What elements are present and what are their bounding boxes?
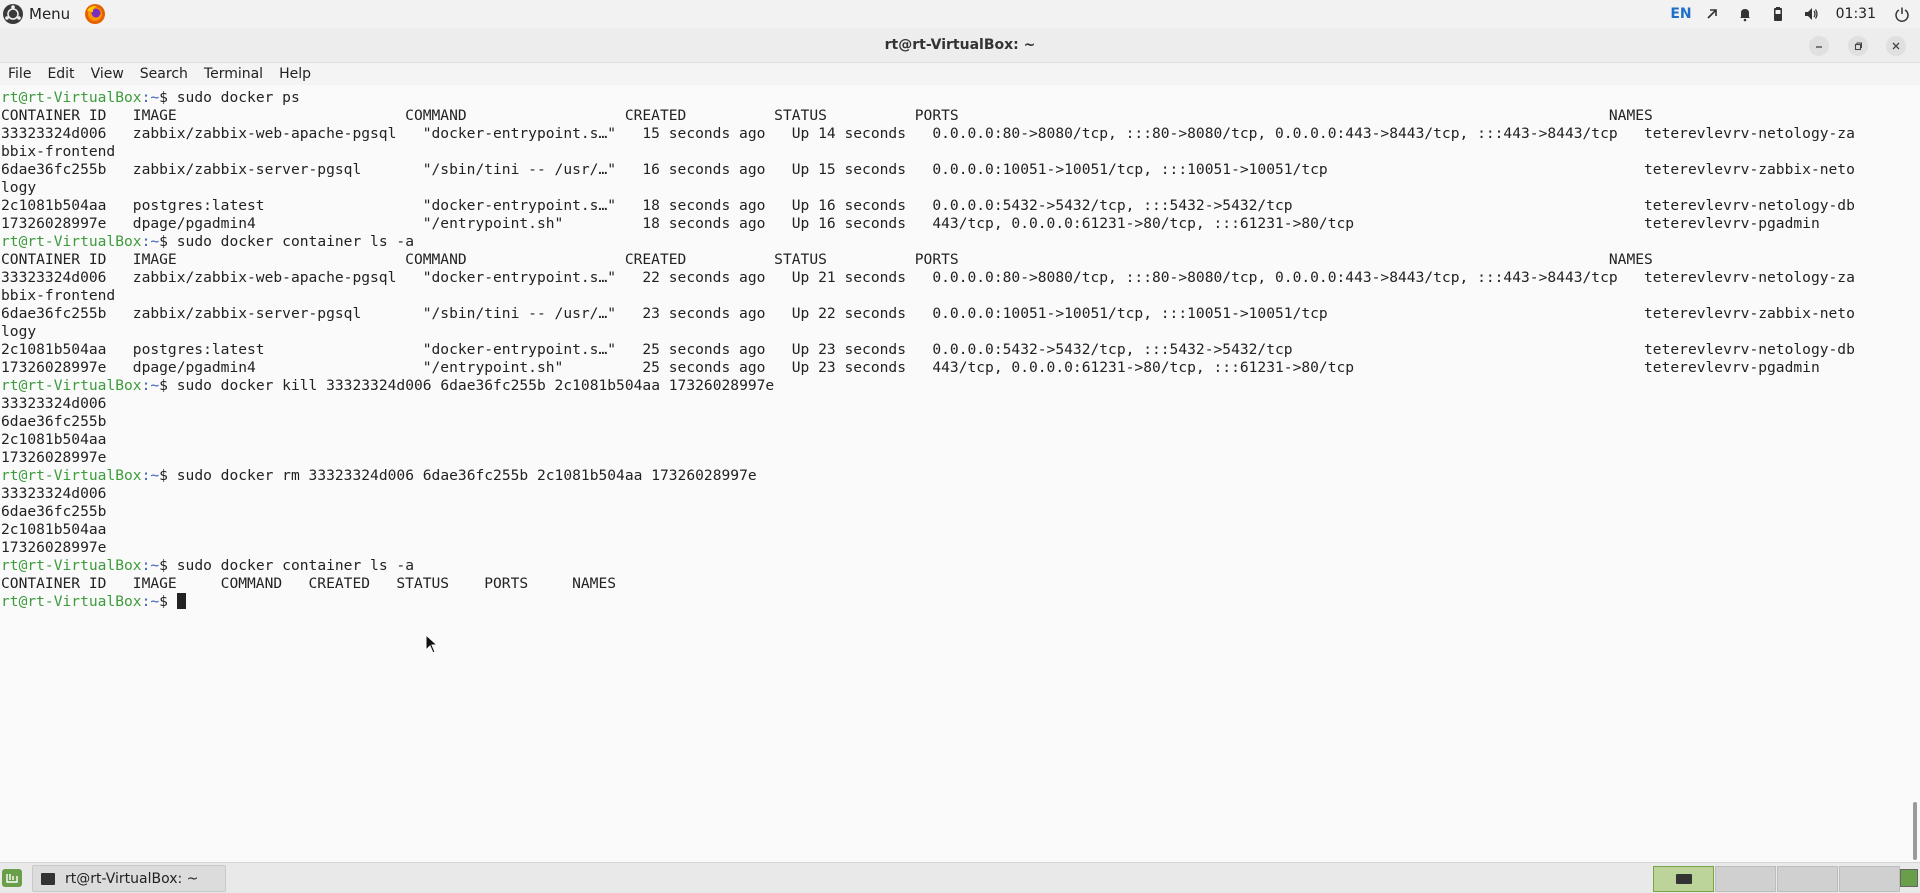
- minimize-icon: [1816, 46, 1822, 48]
- taskbar-window-label: rt@rt-VirtualBox: ~: [65, 870, 199, 887]
- output-line: 6dae36fc255b zabbix/zabbix-server-pgsql …: [1, 161, 1855, 178]
- command-text: sudo docker kill 33323324d006 6dae36fc25…: [176, 377, 775, 394]
- battery-icon[interactable]: [1770, 6, 1786, 22]
- prompt-path: :~: [141, 593, 160, 610]
- prompt-path: :~: [141, 233, 160, 250]
- output-line: 6dae36fc255b zabbix/zabbix-server-pgsql …: [1, 305, 1855, 322]
- prompt-path: :~: [141, 377, 160, 394]
- taskbar-terminal-window[interactable]: rt@rt-VirtualBox: ~: [32, 865, 226, 892]
- output-line: 2c1081b504aa: [1, 521, 107, 538]
- output-line: 2c1081b504aa postgres:latest "docker-ent…: [1, 341, 1855, 358]
- output-line: 33323324d006 zabbix/zabbix-web-apache-pg…: [1, 269, 1855, 286]
- window-title: rt@rt-VirtualBox: ~: [884, 37, 1036, 53]
- prompt-line: rt@rt-VirtualBox:~$ sudo docker rm 33323…: [1, 467, 1855, 485]
- firefox-icon[interactable]: [84, 3, 106, 25]
- workspace-4[interactable]: [1839, 866, 1900, 892]
- show-desktop-button[interactable]: [1900, 869, 1918, 887]
- mint-menu-button[interactable]: [2, 869, 22, 887]
- output-line: 17326028997e dpage/pgadmin4 "/entrypoint…: [1, 215, 1820, 232]
- scrollbar-thumb[interactable]: [1913, 802, 1917, 860]
- maximize-button[interactable]: [1848, 36, 1868, 56]
- output-line: 33323324d006: [1, 395, 107, 412]
- close-icon: [1892, 42, 1900, 50]
- prompt-path: :~: [141, 89, 160, 106]
- output-line: CONTAINER ID IMAGE COMMAND CREATED STATU…: [1, 107, 1653, 124]
- menu-label: Menu: [29, 5, 71, 23]
- command-text: sudo docker container ls -a: [176, 233, 414, 250]
- prompt-user-host: rt@rt-VirtualBox: [1, 467, 142, 484]
- system-tray: EN 01:31: [1670, 0, 1920, 28]
- top-panel: Menu EN 01:31: [0, 0, 1920, 28]
- menu-help[interactable]: Help: [271, 66, 319, 82]
- prompt-path: :~: [141, 467, 160, 484]
- terminal-output[interactable]: rt@rt-VirtualBox:~$ sudo docker ps CONTAI…: [0, 87, 1905, 862]
- clock[interactable]: 01:31: [1836, 6, 1876, 22]
- output-line: 2c1081b504aa: [1, 431, 107, 448]
- minimize-button[interactable]: [1809, 36, 1829, 56]
- output-line: bbix-frontend: [1, 287, 116, 304]
- menu-file[interactable]: File: [0, 66, 39, 82]
- bell-icon[interactable]: [1737, 6, 1753, 22]
- prompt-symbol: $: [159, 557, 177, 574]
- output-line: 6dae36fc255b: [1, 503, 107, 520]
- output-line: bbix-frontend: [1, 143, 116, 160]
- output-line: 17326028997e dpage/pgadmin4 "/entrypoint…: [1, 359, 1820, 376]
- prompt-symbol: $: [159, 89, 177, 106]
- command-text: sudo docker container ls -a: [176, 557, 414, 574]
- maximize-icon: [1854, 42, 1862, 51]
- workspace-2[interactable]: [1715, 866, 1776, 892]
- terminal-lines: rt@rt-VirtualBox:~$ sudo docker ps CONTAI…: [1, 89, 1855, 611]
- prompt-line: rt@rt-VirtualBox:~$: [1, 593, 1855, 611]
- menu-terminal[interactable]: Terminal: [196, 66, 271, 82]
- prompt-symbol: $: [159, 377, 177, 394]
- prompt-symbol: $: [159, 233, 177, 250]
- close-button[interactable]: [1886, 36, 1906, 56]
- command-text: sudo docker ps: [176, 89, 300, 106]
- prompt-line: rt@rt-VirtualBox:~$ sudo docker containe…: [1, 233, 1855, 251]
- mouse-pointer-icon: [425, 634, 439, 654]
- output-line: logy: [1, 323, 37, 340]
- output-line: CONTAINER ID IMAGE COMMAND CREATED STATU…: [1, 575, 617, 592]
- output-line: 33323324d006: [1, 485, 107, 502]
- bottom-panel: rt@rt-VirtualBox: ~: [0, 862, 1920, 893]
- output-line: 33323324d006 zabbix/zabbix-web-apache-pg…: [1, 125, 1855, 142]
- workspace-3[interactable]: [1777, 866, 1838, 892]
- menu-view[interactable]: View: [83, 66, 132, 82]
- terminal-menubar: File Edit View Search Terminal Help: [0, 63, 1920, 85]
- prompt-user-host: rt@rt-VirtualBox: [1, 377, 142, 394]
- mint-menu-icon: [6, 874, 18, 883]
- workspace-1[interactable]: [1653, 866, 1714, 892]
- prompt-user-host: rt@rt-VirtualBox: [1, 593, 142, 610]
- output-line: CONTAINER ID IMAGE COMMAND CREATED STATU…: [1, 251, 1653, 268]
- menu-button[interactable]: Menu: [0, 0, 74, 28]
- keyboard-layout-indicator[interactable]: EN: [1670, 6, 1691, 22]
- terminal-scrollbar[interactable]: [1910, 87, 1920, 862]
- prompt-line: rt@rt-VirtualBox:~$ sudo docker containe…: [1, 557, 1855, 575]
- output-line: 17326028997e: [1, 539, 107, 556]
- workspace-window-icon: [1676, 874, 1692, 884]
- output-line: 17326028997e: [1, 449, 107, 466]
- prompt-line: rt@rt-VirtualBox:~$ sudo docker kill 333…: [1, 377, 1855, 395]
- window-titlebar[interactable]: rt@rt-VirtualBox: ~: [0, 28, 1920, 63]
- power-icon[interactable]: [1894, 6, 1910, 22]
- prompt-path: :~: [141, 557, 160, 574]
- prompt-symbol: $: [159, 467, 177, 484]
- output-line: 6dae36fc255b: [1, 413, 107, 430]
- volume-icon[interactable]: [1803, 6, 1819, 22]
- output-line: logy: [1, 179, 37, 196]
- terminal-cursor: [176, 593, 186, 609]
- prompt-user-host: rt@rt-VirtualBox: [1, 233, 142, 250]
- menu-search[interactable]: Search: [132, 66, 196, 82]
- network-icon[interactable]: [1704, 6, 1720, 22]
- command-text: sudo docker rm 33323324d006 6dae36fc255b…: [176, 467, 757, 484]
- terminal-icon: [41, 872, 55, 885]
- prompt-user-host: rt@rt-VirtualBox: [1, 557, 142, 574]
- prompt-user-host: rt@rt-VirtualBox: [1, 89, 142, 106]
- menu-edit[interactable]: Edit: [39, 66, 82, 82]
- prompt-symbol: $: [159, 593, 177, 610]
- output-line: 2c1081b504aa postgres:latest "docker-ent…: [1, 197, 1855, 214]
- mint-logo-icon: [3, 4, 23, 24]
- prompt-line: rt@rt-VirtualBox:~$ sudo docker ps: [1, 89, 1855, 107]
